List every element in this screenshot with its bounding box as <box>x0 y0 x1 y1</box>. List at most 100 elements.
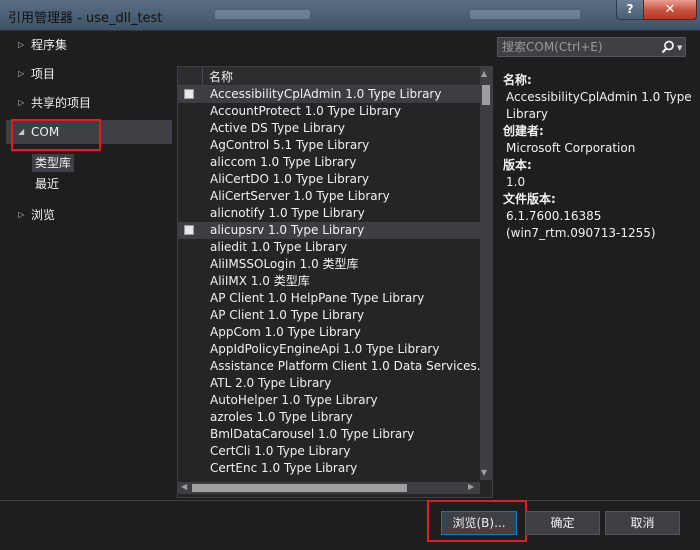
horizontal-scrollbar[interactable]: ◀ ▶ <box>178 482 480 494</box>
nav-item-browse[interactable]: ▷ 浏览 <box>6 204 172 226</box>
column-header-name[interactable]: 名称 <box>209 68 233 85</box>
list-item[interactable]: BmlDataCarousel 1.0 Type Library <box>178 426 480 443</box>
list-item-label: BmlDataCarousel 1.0 Type Library <box>210 427 415 441</box>
detail-name-value: AccessibilityCplAdmin 1.0 Type Library <box>506 90 692 121</box>
list-item-label: Active DS Type Library <box>210 121 345 135</box>
list-item[interactable]: AutoHelper 1.0 Type Library <box>178 392 480 409</box>
detail-name-label: 名称: <box>503 73 532 87</box>
list-item[interactable]: Assistance Platform Client 1.0 Data Serv… <box>178 358 488 375</box>
title-background-ghost <box>470 10 580 19</box>
close-button[interactable]: ✕ <box>643 0 697 20</box>
list-item-label: AliCertServer 1.0 Type Library <box>210 189 390 203</box>
list-item[interactable]: AliIMSSOLogin 1.0 类型库 <box>178 256 480 273</box>
details-panel: 名称: AccessibilityCplAdmin 1.0 Type Libra… <box>503 72 693 242</box>
row-checkbox[interactable] <box>184 89 194 99</box>
list-item[interactable]: CertCli 1.0 Type Library <box>178 443 480 460</box>
list-item-label: AliIMX 1.0 类型库 <box>210 274 310 288</box>
row-checkbox[interactable] <box>184 225 194 235</box>
detail-version-label: 版本: <box>503 158 532 172</box>
list-item[interactable]: alicnotify 1.0 Type Library <box>178 205 480 222</box>
ok-button[interactable]: 确定 <box>525 511 600 535</box>
scroll-up-icon[interactable]: ▲ <box>481 69 487 78</box>
scroll-down-icon[interactable]: ▼ <box>481 468 487 477</box>
expand-arrow-icon: ▷ <box>18 69 25 78</box>
vertical-scrollbar[interactable]: ▲ ▼ <box>480 67 492 480</box>
left-nav: ▷ 程序集 ▷ 项目 ▷ 共享的项目 ◢ COM 类型库 最近 ▷ 浏览 <box>6 30 176 500</box>
list-item-label: AppIdPolicyEngineApi 1.0 Type Library <box>210 342 440 356</box>
search-box: ▼ <box>497 37 686 57</box>
header-divider <box>202 67 203 85</box>
highlight-box <box>11 119 101 151</box>
scroll-right-icon[interactable]: ▶ <box>468 482 474 491</box>
list-rows: AccessibilityCplAdmin 1.0 Type Library A… <box>178 86 488 477</box>
list-item-label: azroles 1.0 Type Library <box>210 410 353 424</box>
nav-item-shared-projects[interactable]: ▷ 共享的项目 <box>6 92 172 114</box>
list-item-label: AutoHelper 1.0 Type Library <box>210 393 378 407</box>
search-icon[interactable] <box>661 40 675 54</box>
nav-item-assemblies[interactable]: ▷ 程序集 <box>6 34 172 56</box>
nav-item-label: 浏览 <box>31 208 56 222</box>
list-item-label: AliCertDO 1.0 Type Library <box>210 172 370 186</box>
highlight-box <box>427 500 527 542</box>
list-item[interactable]: AgControl 5.1 Type Library <box>178 137 480 154</box>
nav-item-projects[interactable]: ▷ 项目 <box>6 63 172 85</box>
title-bar: 引用管理器 - use_dll_test ? ✕ <box>0 0 700 31</box>
detail-file-version-build: (win7_rtm.090713-1255) <box>506 226 656 240</box>
list-item[interactable]: AliCertDO 1.0 Type Library <box>178 171 480 188</box>
list-item-label: aliedit 1.0 Type Library <box>210 240 348 254</box>
list-item-label: CertCli 1.0 Type Library <box>210 444 351 458</box>
nav-item-label: 程序集 <box>31 38 68 52</box>
detail-file-version-label: 文件版本: <box>503 192 556 206</box>
list-item[interactable]: ATL 2.0 Type Library <box>178 375 480 392</box>
library-list: 名称 AccessibilityCplAdmin 1.0 Type Librar… <box>177 66 493 498</box>
list-item-label: alicupsrv 1.0 Type Library <box>210 223 365 237</box>
scroll-left-icon[interactable]: ◀ <box>181 482 187 491</box>
list-item[interactable]: AP Client 1.0 Type Library <box>178 307 480 324</box>
list-item-label: AccountProtect 1.0 Type Library <box>210 104 401 118</box>
list-header: 名称 <box>178 67 480 86</box>
list-item[interactable]: AccessibilityCplAdmin 1.0 Type Library <box>178 86 480 103</box>
list-item-label: aliccom 1.0 Type Library <box>210 155 357 169</box>
chevron-down-icon[interactable]: ▼ <box>677 44 682 52</box>
list-item-label: Assistance Platform Client 1.0 Data Serv… <box>210 359 489 373</box>
list-item[interactable]: AP Client 1.0 HelpPane Type Library <box>178 290 480 307</box>
list-item[interactable]: AliIMX 1.0 类型库 <box>178 273 480 290</box>
list-item[interactable]: Active DS Type Library <box>178 120 480 137</box>
nav-item-label: 共享的项目 <box>31 96 92 110</box>
list-item-label: AgControl 5.1 Type Library <box>210 138 370 152</box>
nav-subitem-recent[interactable]: 最近 <box>32 175 62 193</box>
expand-arrow-icon: ▷ <box>18 210 25 219</box>
vertical-scroll-thumb[interactable] <box>482 85 490 105</box>
list-item-label: CertEnc 1.0 Type Library <box>210 461 358 475</box>
list-item[interactable]: AccountProtect 1.0 Type Library <box>178 103 480 120</box>
list-item-label: alicnotify 1.0 Type Library <box>210 206 365 220</box>
list-item[interactable]: alicupsrv 1.0 Type Library <box>178 222 480 239</box>
list-item-label: AppCom 1.0 Type Library <box>210 325 361 339</box>
cancel-button[interactable]: 取消 <box>605 511 680 535</box>
list-item[interactable]: CertEnc 1.0 Type Library <box>178 460 480 477</box>
list-item[interactable]: AliCertServer 1.0 Type Library <box>178 188 480 205</box>
help-button[interactable]: ? <box>616 0 644 20</box>
list-item[interactable]: aliedit 1.0 Type Library <box>178 239 480 256</box>
list-item-label: AP Client 1.0 HelpPane Type Library <box>210 291 425 305</box>
list-item-label: ATL 2.0 Type Library <box>210 376 332 390</box>
horizontal-scroll-thumb[interactable] <box>192 484 407 492</box>
expand-arrow-icon: ▷ <box>18 98 25 107</box>
detail-creator-value: Microsoft Corporation <box>506 141 636 155</box>
list-item-label: AliIMSSOLogin 1.0 类型库 <box>210 257 359 271</box>
list-item[interactable]: azroles 1.0 Type Library <box>178 409 480 426</box>
nav-item-label: 项目 <box>31 67 56 81</box>
detail-creator-label: 创建者: <box>503 124 544 138</box>
list-item[interactable]: AppIdPolicyEngineApi 1.0 Type Library <box>178 341 480 358</box>
expand-arrow-icon: ▷ <box>18 40 25 49</box>
list-item[interactable]: aliccom 1.0 Type Library <box>178 154 480 171</box>
detail-file-version-value: 6.1.7600.16385 <box>506 209 602 223</box>
search-input[interactable] <box>498 38 661 56</box>
list-item-label: AP Client 1.0 Type Library <box>210 308 365 322</box>
footer-divider <box>0 500 700 501</box>
nav-subitem-type-libraries[interactable]: 类型库 <box>32 154 75 172</box>
window-title: 引用管理器 - use_dll_test <box>8 11 163 26</box>
list-item[interactable]: AppCom 1.0 Type Library <box>178 324 480 341</box>
detail-version-value: 1.0 <box>506 175 526 189</box>
title-background-ghost <box>215 10 310 19</box>
